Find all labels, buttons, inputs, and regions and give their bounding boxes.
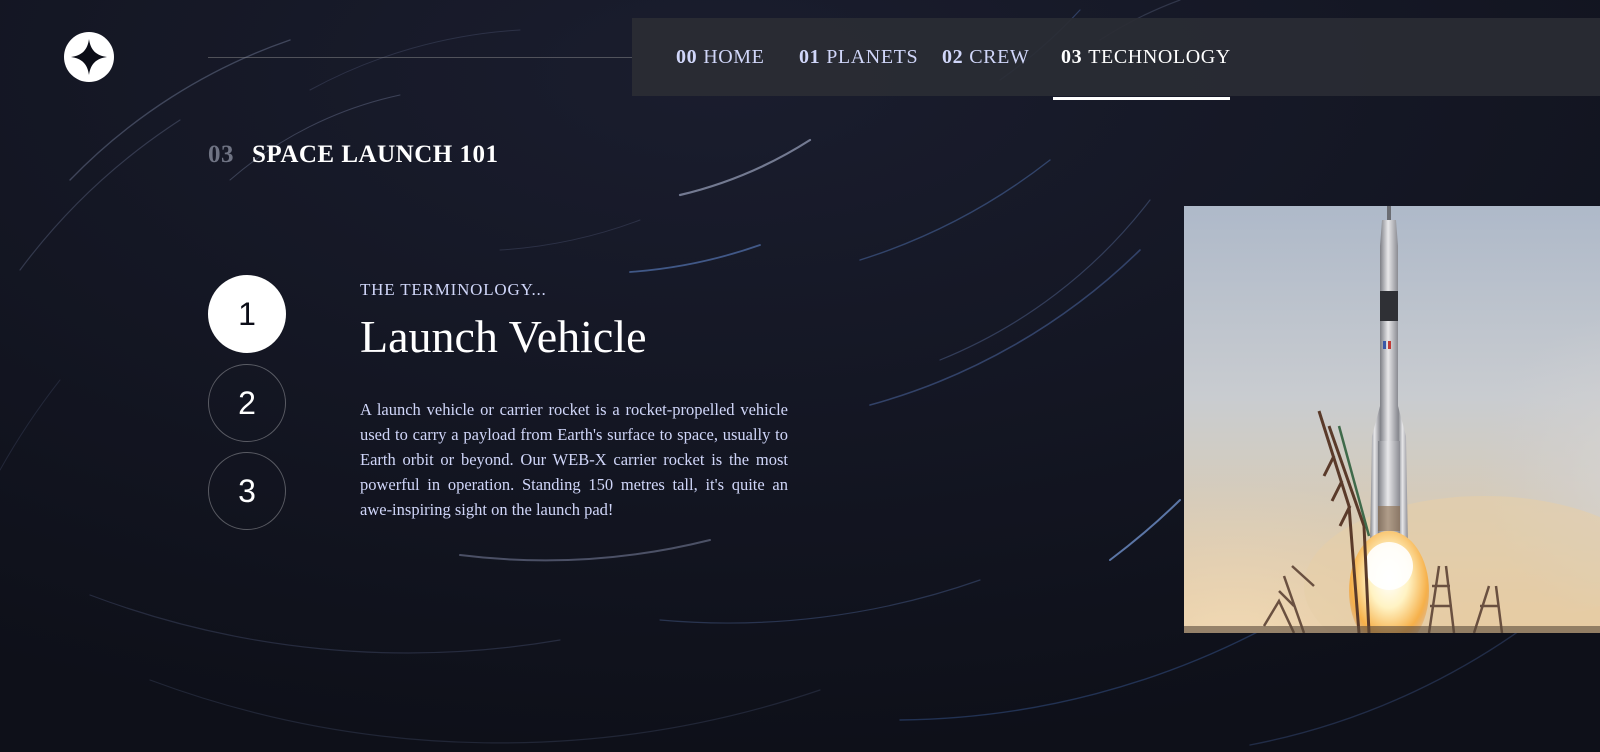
page-heading: 03 SPACE LAUNCH 101	[208, 141, 498, 169]
nav-technology-number: 03	[1061, 45, 1083, 68]
nav-home-number: 00	[676, 45, 698, 68]
header-divider	[208, 57, 632, 58]
step-button-2[interactable]: 2	[208, 364, 286, 442]
technology-description: A launch vehicle or carrier rocket is a …	[360, 400, 788, 519]
nav-crew-label: CREW	[969, 45, 1030, 68]
star-logo-icon	[64, 32, 114, 82]
nav-technology-label: TECHNOLOGY	[1088, 45, 1231, 68]
nav-technology[interactable]: 03 TECHNOLOGY	[1061, 18, 1231, 96]
nav-planets[interactable]: 01 PLANETS	[799, 18, 918, 96]
main-nav: 00 HOME 01 PLANETS 02 CREW 03 TECHNOLOGY	[632, 18, 1600, 96]
page-heading-number: 03	[208, 141, 234, 168]
logo[interactable]	[64, 32, 114, 82]
nav-active-indicator	[1053, 97, 1230, 100]
page-heading-title: SPACE LAUNCH 101	[252, 141, 499, 168]
nav-planets-number: 01	[799, 45, 821, 68]
nav-crew[interactable]: 02 CREW	[942, 18, 1029, 96]
nav-home-label: HOME	[703, 45, 765, 68]
step-button-1[interactable]: 1	[208, 275, 286, 353]
step-button-3[interactable]: 3	[208, 452, 286, 530]
technology-title: Launch Vehicle	[360, 311, 647, 362]
nav-planets-label: PLANETS	[826, 45, 919, 68]
terminology-kicker: THE TERMINOLOGY...	[360, 280, 547, 299]
rocket-launch-photo	[1184, 206, 1600, 633]
nav-home[interactable]: 00 HOME	[676, 18, 765, 96]
nav-crew-number: 02	[942, 45, 964, 68]
